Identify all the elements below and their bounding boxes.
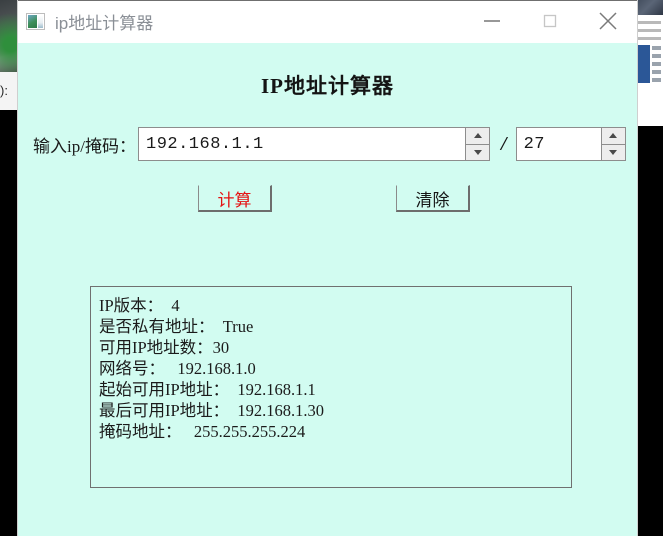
result-line-last-usable-ip: 最后可用IP地址： 192.168.1.30 (99, 401, 325, 420)
ip-spinner-up-button[interactable] (466, 128, 489, 145)
mask-spinner-down-button[interactable] (601, 144, 625, 160)
minimize-icon[interactable] (463, 0, 521, 42)
result-line-is-private: 是否私有地址： True (99, 317, 254, 336)
ip-mask-separator: / (501, 132, 507, 155)
result-line-subnet-mask: 掩码地址： 255.255.255.224 (99, 422, 306, 441)
result-line-network-address: 网络号： 192.168.1.0 (99, 359, 256, 378)
results-output-panel: IP版本： 4 是否私有地址： True 可用IP地址数：30 网络号： 192… (90, 286, 572, 488)
action-button-row: 计算 清除 (18, 185, 637, 215)
window-titlebar[interactable]: ip地址计算器 (18, 0, 637, 43)
app-window-image-icon (26, 12, 45, 30)
titlebar-top-border (18, 0, 637, 1)
ip-input-row: 输入ip/掩码： 192.168.1.1 / 27 (18, 125, 626, 163)
triangle-up-icon (473, 133, 482, 139)
mask-spinner-arrows (600, 128, 625, 160)
page-title: IP地址计算器 (261, 74, 394, 98)
mask-spinner-up-button[interactable] (601, 128, 625, 145)
maximize-icon[interactable] (521, 0, 579, 42)
mask-prefix-input[interactable]: 27 (517, 135, 601, 154)
window-title: ip地址计算器 (55, 13, 154, 33)
result-line-first-usable-ip: 起始可用IP地址： 192.168.1.1 (99, 380, 316, 399)
result-line-ip-version: IP版本： 4 (99, 296, 180, 315)
ip-address-input[interactable]: 192.168.1.1 (139, 135, 465, 154)
window-client-area: IP地址计算器 输入ip/掩码： 192.168.1.1 / 27 计算 清除 … (18, 43, 637, 536)
triangle-up-icon (609, 133, 618, 139)
app-icon-page-square (38, 14, 43, 28)
window-controls (463, 0, 637, 42)
background-panel-dots (652, 46, 661, 82)
result-line-usable-count: 可用IP地址数：30 (99, 338, 230, 357)
mask-prefix-spinbox[interactable]: 27 (515, 127, 626, 161)
calculate-button[interactable]: 计算 (198, 185, 272, 212)
ip-address-spinbox[interactable]: 192.168.1.1 (138, 127, 490, 161)
close-icon[interactable] (579, 0, 637, 42)
triangle-down-icon (473, 149, 482, 155)
app-icon-image-square (28, 14, 37, 28)
ip-spinner-down-button[interactable] (466, 144, 489, 160)
triangle-down-icon (609, 149, 618, 155)
clear-button[interactable]: 清除 (396, 185, 470, 212)
ip-calculator-window: ip地址计算器 IP地址计算器 输入ip/掩码： 192.168.1.1 / 2… (18, 0, 637, 536)
ip-input-label: 输入ip/掩码： (33, 136, 136, 156)
ip-spinner-arrows (465, 128, 489, 160)
